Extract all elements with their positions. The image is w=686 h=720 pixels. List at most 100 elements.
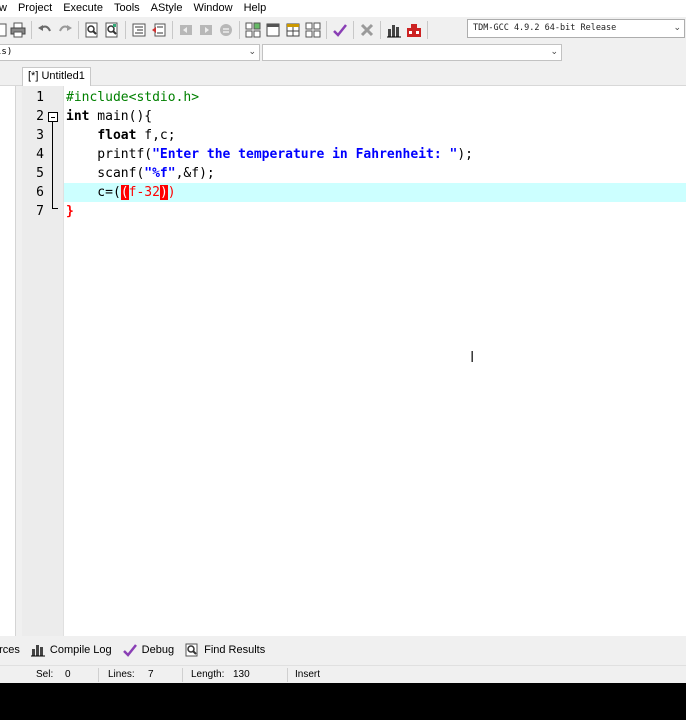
bottom-panel-tabs: urces Compile Log Debug Find Results	[0, 640, 686, 660]
status-length-label: Length:	[191, 669, 225, 680]
class-browser-bar: ls) ⌄ ⌄	[0, 42, 563, 64]
toolbar-separator	[31, 20, 32, 39]
closing-brace: }	[66, 204, 74, 219]
status-lines-value: 7	[148, 669, 154, 680]
preprocessor-directive: #include<stdio.h>	[66, 90, 200, 105]
code-text: c=(	[66, 185, 121, 200]
brace-match-open: (	[120, 185, 129, 200]
text-cursor-icon: I	[470, 348, 475, 366]
bookmark-prev-icon[interactable]	[176, 20, 196, 40]
chevron-down-icon[interactable]: ⌄	[550, 45, 558, 60]
status-divider	[287, 668, 288, 682]
compiler-select[interactable]: TDM-GCC 4.9.2 64-bit Release ⌄	[467, 19, 685, 38]
code-line-2: int main(){	[66, 107, 152, 126]
undo-icon[interactable]	[35, 20, 55, 40]
menu-project[interactable]: Project	[13, 0, 58, 17]
chart-icon[interactable]	[384, 20, 404, 40]
line-number: 6	[36, 185, 44, 200]
code-text: scanf(	[66, 166, 145, 181]
grid-icon[interactable]	[283, 20, 303, 40]
chevron-down-icon[interactable]: ⌄	[248, 45, 256, 60]
classes-combo[interactable]: ls) ⌄	[0, 44, 260, 61]
status-divider	[98, 668, 99, 682]
bookmark-next-icon[interactable]	[196, 20, 216, 40]
chevron-down-icon[interactable]: ⌄	[673, 20, 681, 37]
toolbar-separator	[326, 20, 327, 39]
fold-collapse-icon[interactable]	[48, 112, 58, 122]
status-bar: Sel: 0 Lines: 7 Length: 130 Insert	[0, 665, 686, 683]
new-project-icon[interactable]	[243, 20, 263, 40]
menu-help[interactable]: Help	[239, 0, 273, 17]
tab-resources[interactable]: urces	[0, 644, 20, 656]
fold-guide	[52, 122, 53, 208]
code-line-5: scanf("%f",&f);	[66, 164, 215, 183]
tab-untitled1[interactable]: [*] Untitled1	[22, 67, 91, 86]
find-results-icon	[184, 643, 200, 657]
find-icon[interactable]	[82, 20, 102, 40]
tab-resources-label: urces	[0, 644, 20, 656]
menu-bar: w Project Execute Tools AStyle Window He…	[0, 0, 686, 17]
line-number-gutter: 1 2 3 4 5 6 7	[22, 86, 64, 636]
code-editor[interactable]: 1 2 3 4 5 6 7 #include<stdio.h> int main…	[22, 86, 686, 636]
toolbar-separator	[353, 20, 354, 39]
string-literal: "%f"	[144, 166, 176, 181]
status-lines-label: Lines:	[108, 669, 135, 680]
status-length-value: 130	[233, 669, 250, 680]
code-text: )	[167, 185, 176, 200]
code-text: ,&f);	[175, 166, 215, 181]
toolbar-separator	[172, 20, 173, 39]
letterbox-bar	[0, 683, 686, 720]
window-icon[interactable]	[263, 20, 283, 40]
tab-compile-log-label: Compile Log	[49, 644, 112, 656]
tab-find-results[interactable]: Find Results	[184, 643, 265, 657]
tab-find-results-label: Find Results	[204, 644, 266, 656]
debug-check-icon	[122, 643, 138, 657]
line-number: 1	[36, 90, 44, 105]
code-text: main(){	[89, 109, 153, 124]
brace-match-close: )	[159, 185, 168, 200]
indent-icon[interactable]	[129, 20, 149, 40]
profile-icon[interactable]	[404, 20, 424, 40]
toolbar-separator	[427, 20, 428, 39]
members-combo[interactable]: ⌄	[262, 44, 562, 61]
tab-debug[interactable]: Debug	[122, 643, 174, 657]
menu-window[interactable]: Window	[188, 0, 238, 17]
code-text: f-32	[128, 185, 160, 200]
redo-icon[interactable]	[55, 20, 75, 40]
classes-combo-value: ls)	[0, 47, 13, 57]
replace-icon[interactable]	[102, 20, 122, 40]
line-number: 3	[36, 128, 44, 143]
menu-view[interactable]: w	[0, 0, 13, 17]
code-area[interactable]: #include<stdio.h> int main(){ float f,c;…	[64, 86, 686, 636]
status-insert-mode: Insert	[295, 669, 321, 680]
compiler-select-value: TDM-GCC 4.9.2 64-bit Release	[473, 23, 617, 33]
status-sel-value: 0	[65, 669, 71, 680]
tiles-icon[interactable]	[303, 20, 323, 40]
close-file-icon[interactable]	[0, 20, 8, 40]
stop-execution-icon[interactable]	[357, 20, 377, 40]
toolbar-separator	[125, 20, 126, 39]
code-line-1: #include<stdio.h>	[66, 88, 199, 107]
menu-tools[interactable]: Tools	[109, 0, 146, 17]
compile-check-icon[interactable]	[330, 20, 350, 40]
keyword: int	[66, 109, 90, 124]
status-sel-label: Sel:	[36, 669, 54, 680]
code-line-6: c=((f-32))	[66, 183, 176, 202]
line-number: 2	[36, 109, 44, 124]
code-text: );	[457, 147, 473, 162]
project-browser-panel[interactable]	[0, 86, 16, 636]
code-line-4: printf("Enter the temperature in Fahrenh…	[66, 145, 473, 164]
devcpp-window: w Project Execute Tools AStyle Window He…	[0, 0, 686, 683]
toolbar-separator	[78, 20, 79, 39]
tab-compile-log[interactable]: Compile Log	[30, 643, 112, 657]
print-icon[interactable]	[8, 20, 28, 40]
menu-execute[interactable]: Execute	[58, 0, 109, 17]
code-line-7: }	[66, 202, 74, 221]
line-number: 4	[36, 147, 44, 162]
code-text: printf(	[66, 147, 153, 162]
toggle-comment-icon[interactable]	[216, 20, 236, 40]
editor-tab-row: [*] Untitled1	[0, 64, 686, 150]
code-line-3: float f,c;	[66, 126, 175, 145]
unindent-icon[interactable]	[149, 20, 169, 40]
menu-astyle[interactable]: AStyle	[146, 0, 189, 17]
